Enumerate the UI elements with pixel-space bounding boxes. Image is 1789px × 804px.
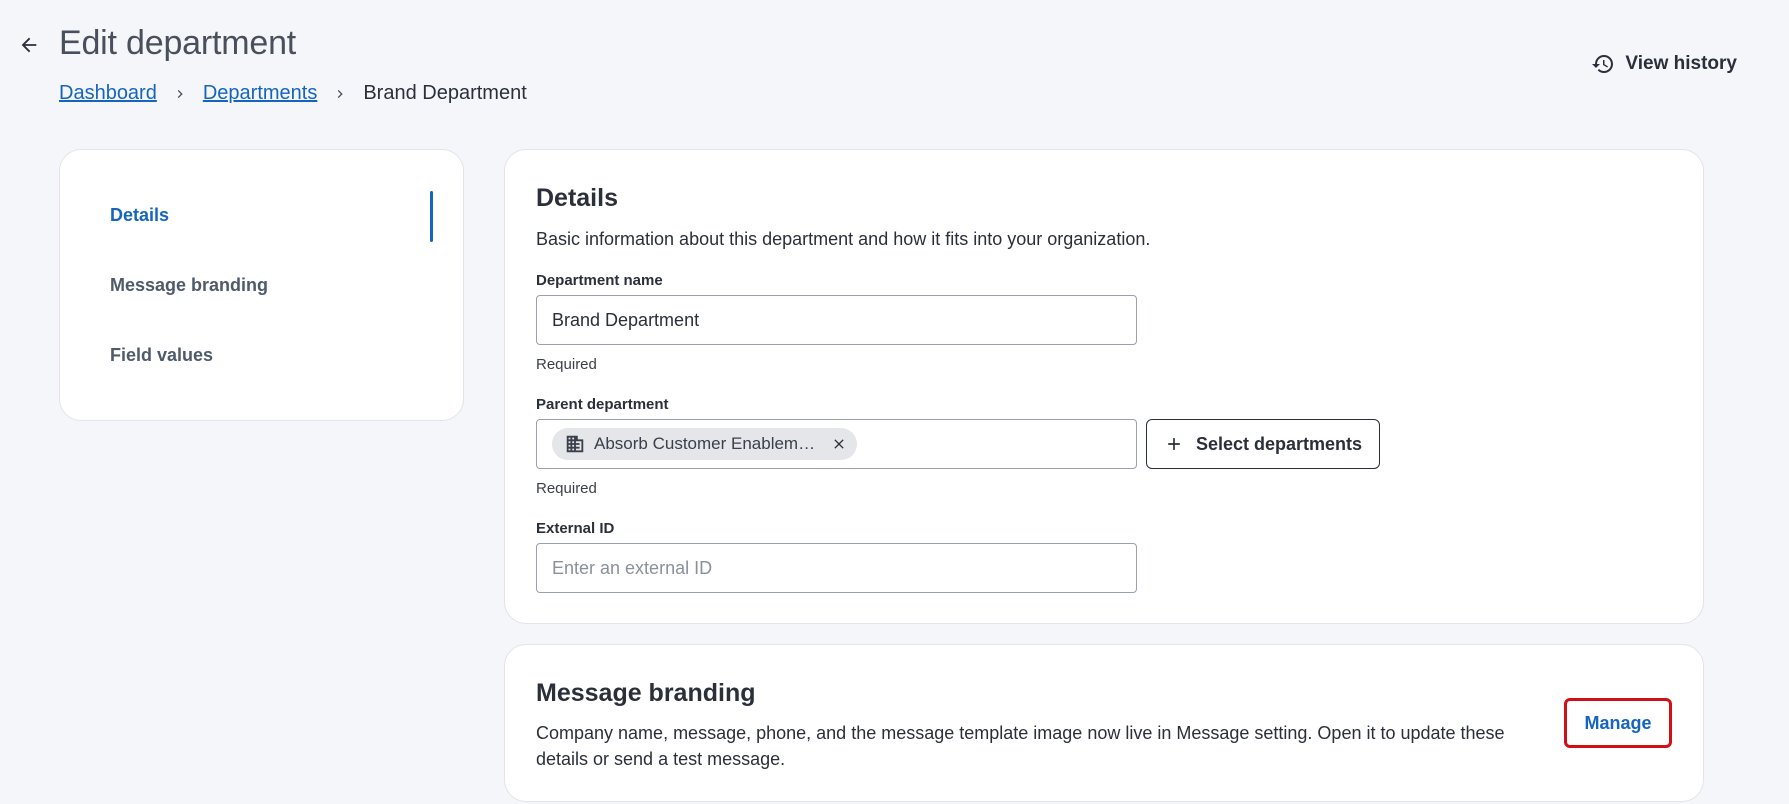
section-nav: Details Message branding Field values [59, 149, 464, 421]
message-branding-card: Message branding Company name, message, … [504, 644, 1704, 802]
manage-button[interactable]: Manage [1564, 698, 1672, 748]
nav-item-field-values[interactable]: Field values [110, 345, 213, 366]
details-card: Details Basic information about this dep… [504, 149, 1704, 624]
remove-chip-button[interactable] [831, 436, 847, 452]
department-name-helper: Required [536, 356, 597, 373]
message-branding-description: Company name, message, phone, and the me… [536, 723, 1505, 769]
message-branding-title: Message branding [536, 679, 756, 707]
external-id-label: External ID [536, 520, 615, 537]
history-icon [1592, 55, 1614, 74]
view-history-label: View history [1625, 53, 1737, 74]
back-button[interactable] [14, 30, 44, 60]
parent-department-field[interactable]: Absorb Customer Enablem… [536, 419, 1137, 469]
nav-item-details[interactable]: Details [110, 205, 169, 226]
parent-department-label: Parent department [536, 396, 669, 413]
select-departments-button[interactable]: Select departments [1146, 419, 1380, 469]
breadcrumb-dashboard-link[interactable]: Dashboard [59, 82, 157, 105]
external-id-input[interactable] [536, 543, 1137, 593]
active-nav-indicator [430, 191, 433, 242]
details-title: Details [536, 184, 618, 212]
department-name-label: Department name [536, 272, 663, 289]
plus-icon [1168, 438, 1180, 450]
details-description: Basic information about this department … [536, 229, 1151, 249]
breadcrumb-departments-link[interactable]: Departments [203, 82, 318, 105]
page-title: Edit department [59, 24, 297, 62]
chevron-right-icon [317, 86, 363, 102]
parent-department-helper: Required [536, 480, 597, 497]
arrow-left-icon [21, 37, 37, 53]
close-icon [834, 439, 844, 449]
parent-department-chip: Absorb Customer Enablem… [552, 428, 858, 460]
view-history-button[interactable]: View history [1591, 52, 1737, 76]
department-name-input[interactable] [536, 295, 1137, 345]
breadcrumb-current: Brand Department [363, 82, 527, 104]
chevron-right-icon [157, 86, 203, 102]
parent-department-chip-label: Absorb Customer Enablem… [594, 434, 816, 453]
building-icon [566, 435, 584, 453]
select-departments-label: Select departments [1195, 433, 1363, 454]
nav-item-message-branding[interactable]: Message branding [110, 275, 268, 296]
breadcrumb: Dashboard Departments Brand Department [59, 82, 527, 105]
